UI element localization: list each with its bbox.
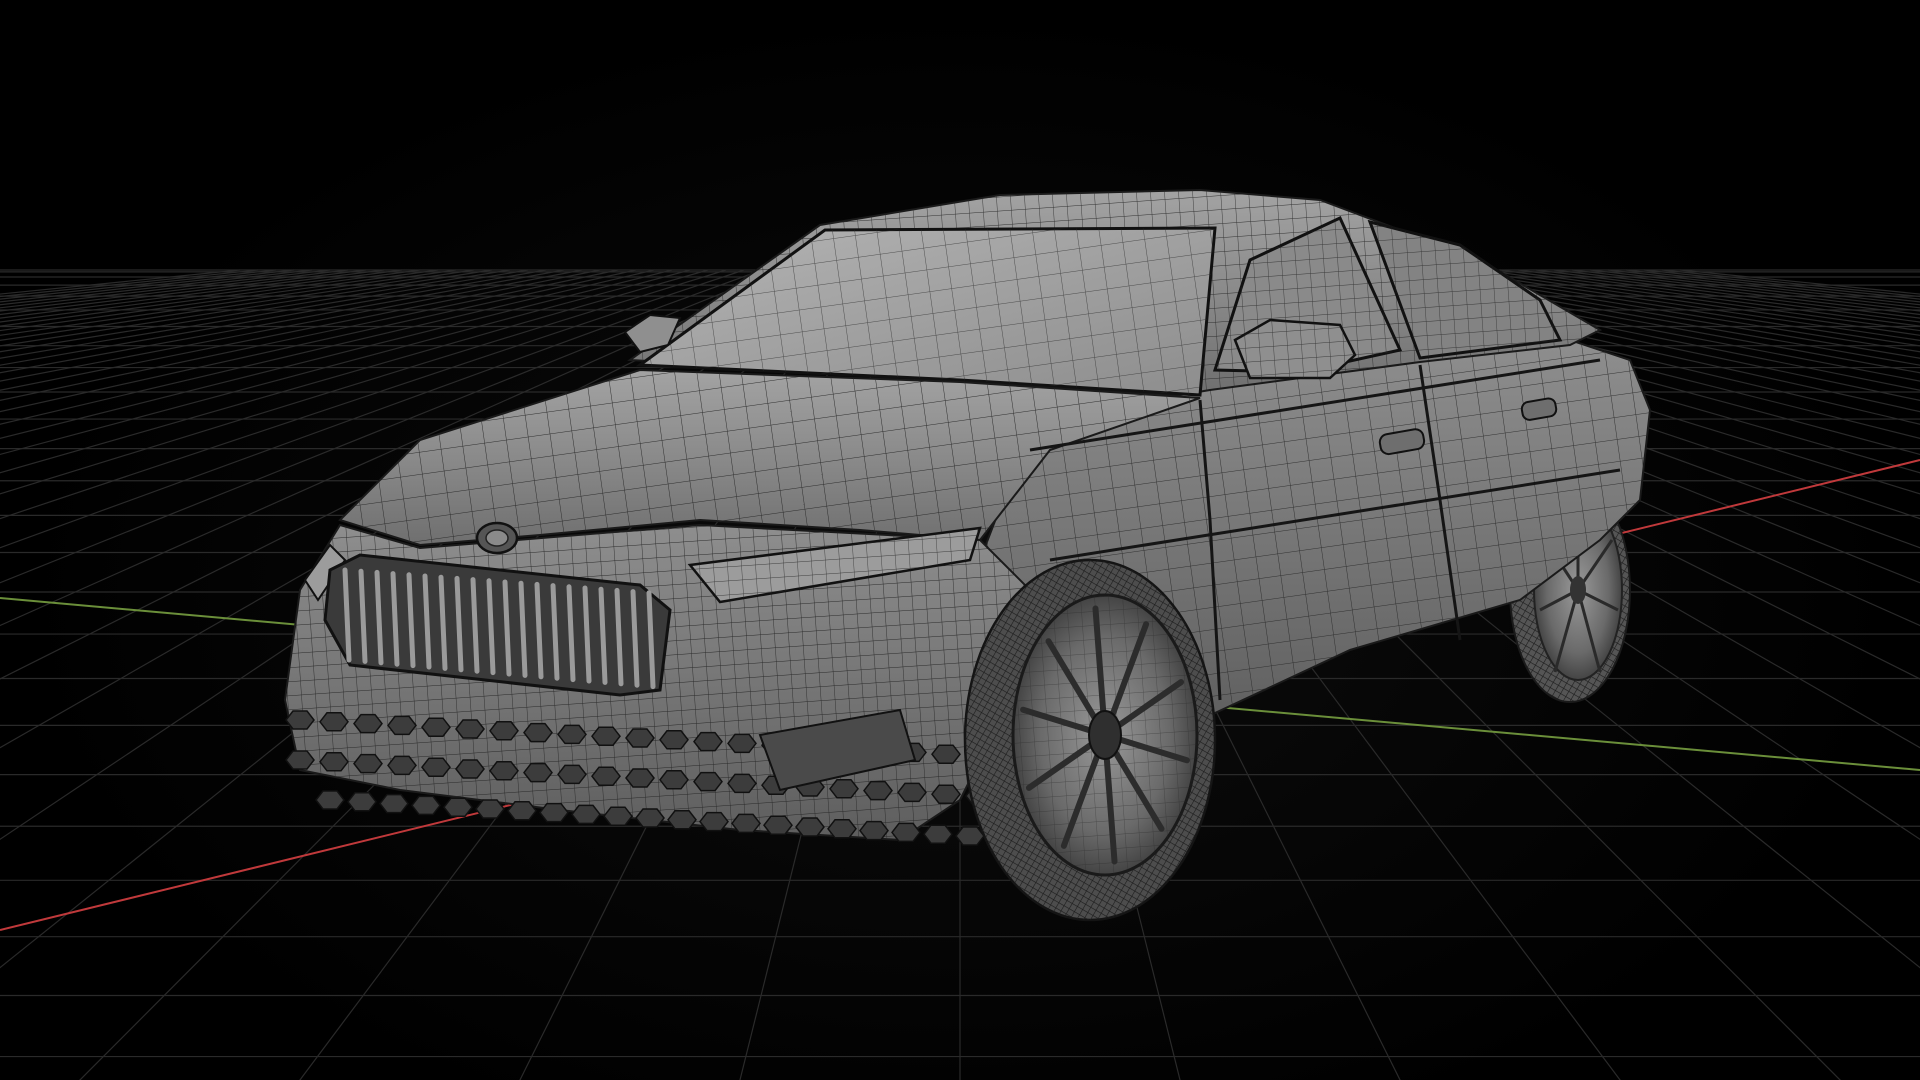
honeycomb-cell [285,710,315,730]
honeycomb-cell [859,820,889,841]
honeycomb-cell [731,813,761,834]
honeycomb-cell [539,802,569,823]
front-wheel[interactable] [963,558,1217,922]
honeycomb-cell [421,717,451,737]
car-model[interactable] [283,188,1652,922]
honeycomb-cell [319,752,349,772]
3d-viewport[interactable] [0,0,1920,1080]
honeycomb-cell [955,826,985,846]
honeycomb-cell [285,750,315,770]
honeycomb-cell [347,792,377,812]
brand-badge-icon [475,521,519,555]
honeycomb-cell [571,804,601,825]
honeycomb-cell [659,730,689,750]
honeycomb-cell [489,721,519,741]
honeycomb-cell [489,761,519,781]
honeycomb-cell [411,795,441,816]
honeycomb-cell [897,782,927,803]
honeycomb-cell [455,719,485,739]
honeycomb-cell [891,822,921,843]
honeycomb-cell [591,726,621,746]
honeycomb-cell [827,819,857,839]
viewport-canvas[interactable] [0,0,1920,1080]
honeycomb-cell [387,755,417,776]
honeycomb-cell [727,773,757,794]
honeycomb-cell [353,753,383,774]
honeycomb-cell [693,771,723,792]
honeycomb-cell [603,806,633,826]
honeycomb-cell [523,762,553,783]
honeycomb-cell [591,766,621,786]
honeycomb-cell [863,780,893,801]
honeycomb-cell [659,770,689,790]
honeycomb-cell [379,793,409,814]
honeycomb-cell [443,797,473,817]
honeycomb-cell [319,712,349,732]
honeycomb-cell [667,810,697,830]
honeycomb-cell [829,779,859,799]
honeycomb-cell [523,722,553,743]
honeycomb-cell [635,808,665,828]
honeycomb-cell [421,757,451,777]
honeycomb-cell [763,815,793,835]
honeycomb-cell [931,784,961,804]
honeycomb-cell [727,733,757,754]
honeycomb-cell [625,728,655,748]
honeycomb-cell [699,811,729,832]
honeycomb-cell [693,731,723,752]
honeycomb-cell [475,799,505,819]
honeycomb-cell [387,715,417,736]
honeycomb-cell [795,817,825,837]
honeycomb-cell [931,744,961,764]
honeycomb-cell [507,801,537,821]
honeycomb-cell [557,724,587,745]
honeycomb-cell [923,824,953,844]
honeycomb-cell [353,713,383,734]
honeycomb-cell [557,764,587,785]
honeycomb-cell [315,790,345,810]
honeycomb-cell [625,768,655,788]
honeycomb-cell [455,759,485,779]
